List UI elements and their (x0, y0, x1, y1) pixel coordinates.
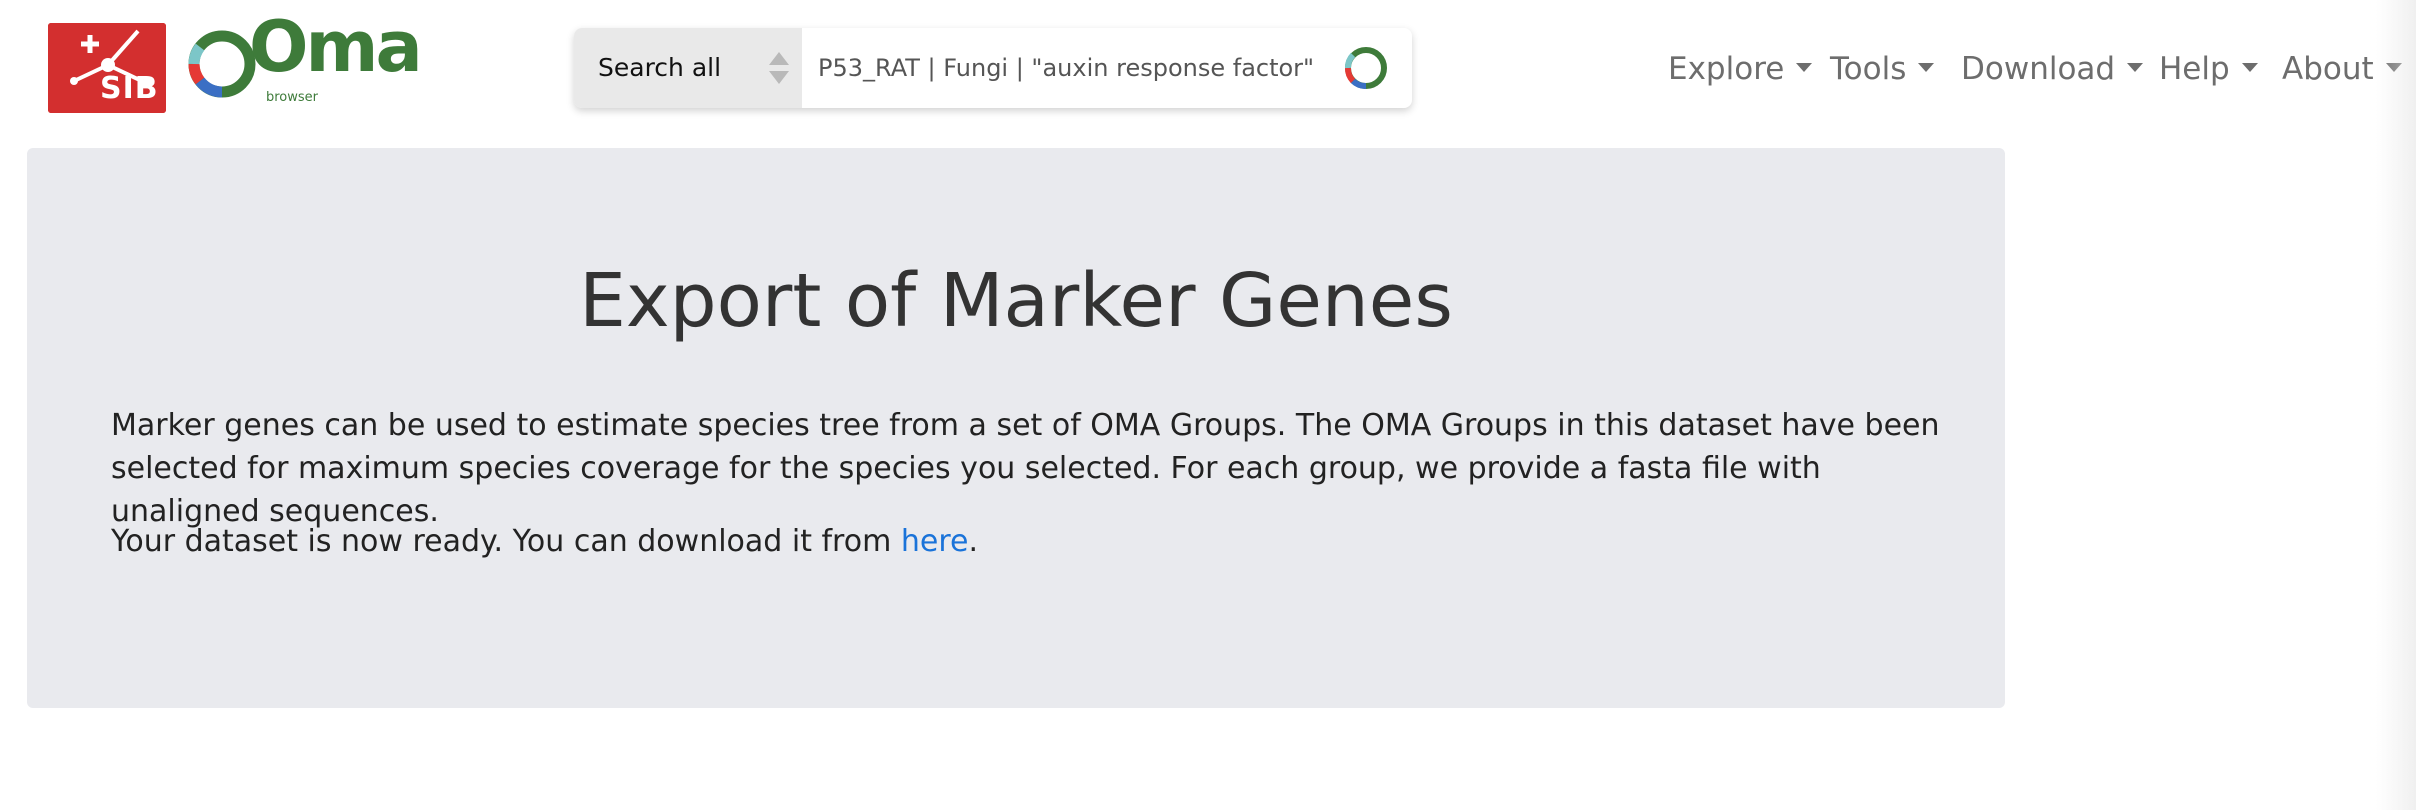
oma-browser-logo[interactable]: Oma browser (186, 12, 423, 106)
caret-down-icon (2127, 63, 2144, 72)
caret-down-icon (1796, 63, 1813, 72)
oma-ring-icon (188, 30, 256, 98)
nav-tools-label: Tools (1830, 51, 1907, 87)
search-button[interactable] (1340, 42, 1392, 94)
nav-help[interactable]: Help (2159, 44, 2258, 94)
nav-about-label: About (2282, 51, 2374, 87)
download-here-link[interactable]: here (901, 524, 969, 559)
export-panel: Export of Marker Genes Marker genes can … (27, 148, 2005, 708)
oma-logo-subtext: browser (266, 90, 319, 105)
search-bar: Search all (574, 28, 1412, 108)
nav-explore[interactable]: Explore (1668, 44, 1813, 94)
search-scope-select[interactable]: Search all (574, 28, 802, 108)
nav-download[interactable]: Download (1961, 44, 2144, 94)
dataset-ready-message: Your dataset is now ready. You can downl… (111, 520, 1941, 563)
scrollbar-track[interactable] (2376, 0, 2416, 810)
nav-download-label: Download (1961, 51, 2116, 87)
nav-help-label: Help (2159, 51, 2230, 87)
site-header: SIB Oma browser Search all P53_RAT | Fun… (0, 0, 2416, 140)
sib-logo[interactable]: SIB (48, 23, 166, 113)
page-title: Export of Marker Genes (579, 258, 1453, 344)
sib-logo-text: SIB (100, 71, 159, 106)
nav-explore-label: Explore (1668, 51, 1785, 87)
caret-down-icon (1918, 63, 1935, 72)
marker-genes-description: Marker genes can be used to estimate spe… (111, 408, 1940, 529)
oma-search-icon (1345, 47, 1387, 89)
nav-tools[interactable]: Tools (1830, 44, 1935, 94)
oma-logo-text: Oma (249, 6, 423, 88)
ready-message-period: . (968, 524, 978, 559)
search-input[interactable] (802, 28, 1342, 108)
select-arrows-icon (769, 52, 789, 84)
search-scope-label: Search all (598, 53, 722, 82)
caret-down-icon (2241, 63, 2258, 72)
ready-message-text: Your dataset is now ready. You can downl… (111, 524, 901, 559)
